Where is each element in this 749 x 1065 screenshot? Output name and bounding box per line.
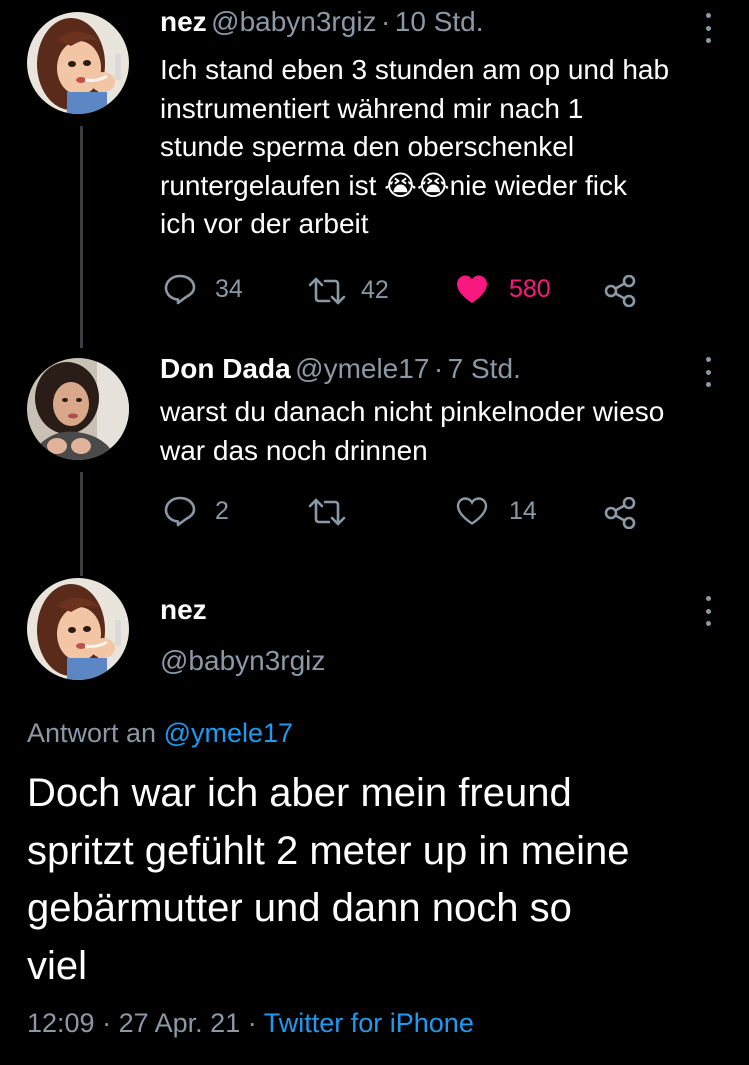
tweet-line: warst du danach nicht pinkelnoder wieso <box>160 396 665 427</box>
tweet-line: instrumentiert während mir nach 1 <box>160 92 584 124</box>
avatar[interactable] <box>27 578 129 680</box>
reply-icon <box>164 496 196 527</box>
heart-icon <box>456 497 488 525</box>
reply-count: 34 <box>215 274 243 303</box>
author-handle[interactable]: @ymele17 <box>295 353 429 384</box>
more-icon[interactable] <box>705 596 711 626</box>
retweet-icon <box>308 277 346 304</box>
avatar[interactable] <box>27 358 129 460</box>
separator: · <box>433 353 444 384</box>
share-button[interactable] <box>603 275 637 307</box>
share-icon <box>604 275 636 307</box>
tweet-line: stunde sperma den oberschenkel <box>160 131 575 162</box>
retweet-icon <box>308 498 346 526</box>
separator: · <box>247 1008 257 1038</box>
avatar[interactable] <box>27 12 129 114</box>
timestamp[interactable]: 10 Std. <box>395 6 484 37</box>
share-button[interactable] <box>603 497 637 529</box>
reply-button[interactable]: 34 <box>163 273 243 305</box>
more-icon[interactable] <box>705 13 711 43</box>
author-name[interactable]: nez <box>160 6 207 37</box>
reply-button[interactable]: 2 <box>163 495 229 527</box>
tweet-line: war das noch drinnen <box>160 434 428 466</box>
tweet-line: Ich stand eben 3 stunden am op und hab <box>160 54 670 85</box>
tweet-line: spritzt gefühlt 2 meter up in meine <box>27 828 630 873</box>
author-handle[interactable]: @babyn3rgiz <box>211 6 376 37</box>
tweet-header: nez @babyn3rgiz · 10 Std. <box>160 6 484 38</box>
tweet-line: Doch war ich aber mein freund <box>27 771 572 815</box>
share-icon <box>604 497 636 529</box>
retweet-button[interactable]: 42 <box>307 276 389 305</box>
retweet-button[interactable] <box>307 498 347 526</box>
tweet-meta: 12:09 · 27 Apr. 21 · Twitter for iPhone <box>27 1008 474 1039</box>
like-count: 580 <box>509 274 551 303</box>
retweet-count: 42 <box>361 276 389 304</box>
reply-to-link[interactable]: @ymele17 <box>164 718 293 748</box>
heart-icon <box>457 275 487 303</box>
reply-count: 2 <box>215 496 229 525</box>
tweet-line: runtergelaufen ist 😭😭nie wieder fick <box>160 169 627 201</box>
like-button[interactable]: 580 <box>455 274 551 304</box>
like-button[interactable]: 14 <box>455 496 537 526</box>
like-count: 14 <box>509 496 537 525</box>
tweet-date: 27 Apr. 21 <box>118 1008 241 1038</box>
tweet-line: viel <box>27 943 88 988</box>
author-name[interactable]: Don Dada <box>160 353 291 384</box>
reply-context: Antwort an @ymele17 <box>27 718 293 749</box>
tweet-header: Don Dada @ymele17 · 7 Std. <box>160 353 521 385</box>
author-name[interactable]: nez <box>160 594 207 626</box>
reply-icon <box>164 274 196 305</box>
source-link[interactable]: Twitter for iPhone <box>264 1008 474 1038</box>
more-icon[interactable] <box>705 357 711 387</box>
tweet-line: ich vor der arbeit <box>160 208 369 239</box>
tweet-text: Ich stand eben 3 stunden am op und hab i… <box>160 51 669 244</box>
author-handle[interactable]: @babyn3rgiz <box>160 645 325 677</box>
thread-line <box>80 472 83 576</box>
separator: · <box>102 1008 112 1038</box>
thread-line <box>80 126 83 348</box>
separator: · <box>381 6 391 37</box>
tweet-text: Doch war ich aber mein freund spritzt ge… <box>27 765 630 995</box>
timestamp[interactable]: 7 Std. <box>448 353 521 384</box>
reply-prefix: Antwort an <box>27 718 157 748</box>
tweet-line: gebärmutter und dann noch so <box>27 886 572 930</box>
tweet-time: 12:09 <box>27 1008 95 1038</box>
tweet-text: warst du danach nicht pinkelnoder wieso … <box>160 393 664 470</box>
